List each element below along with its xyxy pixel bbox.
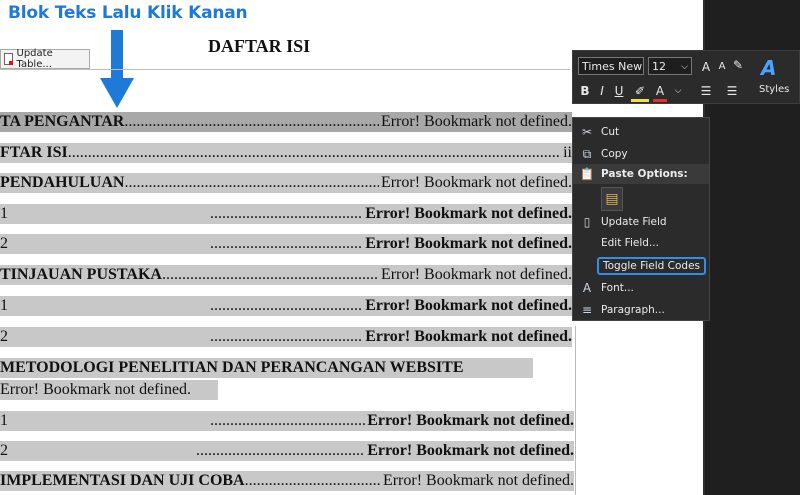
toc-row[interactable]: 1 Error! Bookmark not defined. (0, 296, 572, 316)
grow-font-button[interactable]: A (699, 59, 713, 75)
menu-item-cut[interactable]: ✂ Cut (573, 122, 709, 142)
menu-item-label: Toggle Field Codes (597, 257, 707, 275)
toc-page: Error! Bookmark not defined. (365, 205, 572, 222)
highlight-icon[interactable]: ✐ (631, 83, 649, 102)
toc-leader (124, 113, 379, 131)
toc-row[interactable]: IMPLEMENTASI DAN UJI COBA Error! Bookmar… (0, 471, 574, 491)
toc-row[interactable]: 2 Error! Bookmark not defined. (0, 234, 572, 254)
menu-item-toggle-field-codes[interactable]: Toggle Field Codes (573, 256, 709, 276)
toc-row[interactable]: TINJAUAN PUSTAKA Error! Bookmark not def… (0, 265, 572, 285)
menu-item-label: Copy (601, 148, 628, 160)
font-name-value: Times New Roman (582, 60, 643, 73)
toc-title: TA PENGANTAR (0, 113, 125, 130)
toc-title: 1 (0, 205, 8, 222)
instruction-caption: Blok Teks Lalu Klik Kanan (8, 3, 248, 23)
toc-leader (245, 472, 381, 490)
toc-leader (210, 235, 363, 253)
copy-icon: ⧉ (582, 146, 592, 161)
update-table-icon (4, 53, 13, 65)
toc-row[interactable]: PENDAHULUAN Error! Bookmark not defined. (0, 173, 572, 193)
menu-item-label: Edit Field... (601, 237, 659, 249)
font-icon: A (582, 281, 592, 295)
italic-button[interactable]: I (595, 83, 609, 99)
format-painter-icon[interactable]: ✎ (731, 57, 745, 73)
styles-icon[interactable]: A (761, 56, 776, 80)
toc-page: Error! Bookmark not defined. (380, 113, 572, 130)
toc-title: TINJAUAN PUSTAKA (0, 266, 162, 283)
menu-item-label: Paste Options: (601, 168, 688, 180)
toc-title: IMPLEMENTASI DAN UJI COBA (0, 472, 245, 489)
context-menu: ✂ Cut ⧉ Copy 📋 Paste Options: ▤ ▯ Update… (572, 117, 710, 321)
page-title: DAFTAR ISI (208, 36, 311, 56)
font-color-button[interactable]: A (653, 83, 667, 102)
toc-title-metodologi[interactable]: METODOLOGI PENELITIAN DAN PERANCANGAN WE… (0, 358, 533, 378)
toc-title: 1 (0, 412, 8, 429)
toc-title: PENDAHULUAN (0, 174, 125, 191)
toc-page[interactable]: Error! Bookmark not defined. (0, 380, 218, 400)
menu-item-copy[interactable]: ⧉ Copy (573, 144, 709, 164)
menu-item-font[interactable]: A Font... (573, 278, 709, 298)
toc-page: Error! Bookmark not defined. (380, 266, 572, 283)
font-size-select[interactable]: 12 ⌵ (648, 57, 692, 75)
styles-label[interactable]: Styles (759, 84, 789, 95)
header-divider (0, 69, 570, 70)
menu-item-label: Font... (601, 282, 634, 294)
menu-item-paragraph[interactable]: ≡ Paragraph... (573, 300, 709, 320)
page-margin-mark (575, 326, 586, 495)
chevron-down-icon: ⌵ (681, 62, 688, 72)
paragraph-icon: ≡ (581, 303, 593, 317)
menu-item-edit-field[interactable]: Edit Field... (573, 233, 709, 253)
toc-page: Error! Bookmark not defined. (365, 297, 572, 314)
toc-title: 1 (0, 297, 8, 314)
menu-item-label: Update Field (601, 216, 667, 228)
font-size-value: 12 (652, 60, 666, 73)
paste-options-header: 📋 Paste Options: (573, 164, 709, 184)
toc-row[interactable]: TA PENGANTAR Error! Bookmark not defined… (0, 112, 572, 132)
toc-row[interactable]: 1 Error! Bookmark not defined. (0, 204, 572, 224)
toc-title: 2 (0, 442, 8, 459)
bullets-icon[interactable]: ☰ (699, 83, 713, 99)
toc-leader (124, 174, 378, 192)
toc-page: Error! Bookmark not defined. (365, 328, 572, 345)
toc-page: Error! Bookmark not defined. (380, 174, 572, 191)
update-table-button[interactable]: Update Table... (0, 48, 90, 70)
toc-leader (210, 297, 363, 315)
underline-button[interactable]: U (612, 83, 626, 99)
chevron-down-icon[interactable]: ⌵ (671, 83, 685, 99)
toc-page: ii (563, 144, 572, 161)
menu-item-update-field[interactable]: ▯ Update Field (573, 212, 709, 232)
toc-leader (68, 144, 561, 162)
toc-leader (210, 205, 363, 223)
toc-row[interactable]: 2 Error! Bookmark not defined. (0, 327, 572, 347)
shrink-font-button[interactable]: A (715, 59, 729, 75)
toc-row[interactable]: 2 Error! Bookmark not defined. (0, 441, 574, 461)
menu-item-label: Cut (601, 126, 620, 138)
mini-toolbar: Times New Roman 12 ⌵ A A ✎ A Styles B I U… (572, 50, 800, 104)
menu-item-label: Paragraph... (601, 304, 665, 316)
update-table-label: Update Table... (16, 48, 53, 70)
toc-leader (162, 266, 379, 284)
toc-leader (210, 412, 365, 430)
bold-button[interactable]: B (578, 83, 592, 99)
paste-keep-text-icon[interactable]: ▤ (601, 187, 623, 211)
toc-row[interactable]: FTAR ISI ii (0, 143, 572, 163)
toc-page: Error! Bookmark not defined. (365, 235, 572, 252)
scissors-icon: ✂ (581, 125, 593, 139)
toc-page: Error! Bookmark not defined. (382, 472, 574, 489)
toc-leader (210, 328, 363, 346)
toc-title: 2 (0, 328, 8, 345)
toc-title: FTAR ISI (0, 144, 68, 161)
toc-title: 2 (0, 235, 8, 252)
font-name-select[interactable]: Times New Roman (578, 57, 644, 75)
toc-leader (196, 442, 365, 460)
toc-page: Error! Bookmark not defined. (367, 412, 574, 429)
update-field-icon: ▯ (583, 215, 591, 229)
numbering-icon[interactable]: ☰ (725, 83, 739, 99)
toc-row[interactable]: 1 Error! Bookmark not defined. (0, 411, 574, 431)
paste-icon: 📋 (579, 167, 595, 181)
toc-page: Error! Bookmark not defined. (367, 442, 574, 459)
